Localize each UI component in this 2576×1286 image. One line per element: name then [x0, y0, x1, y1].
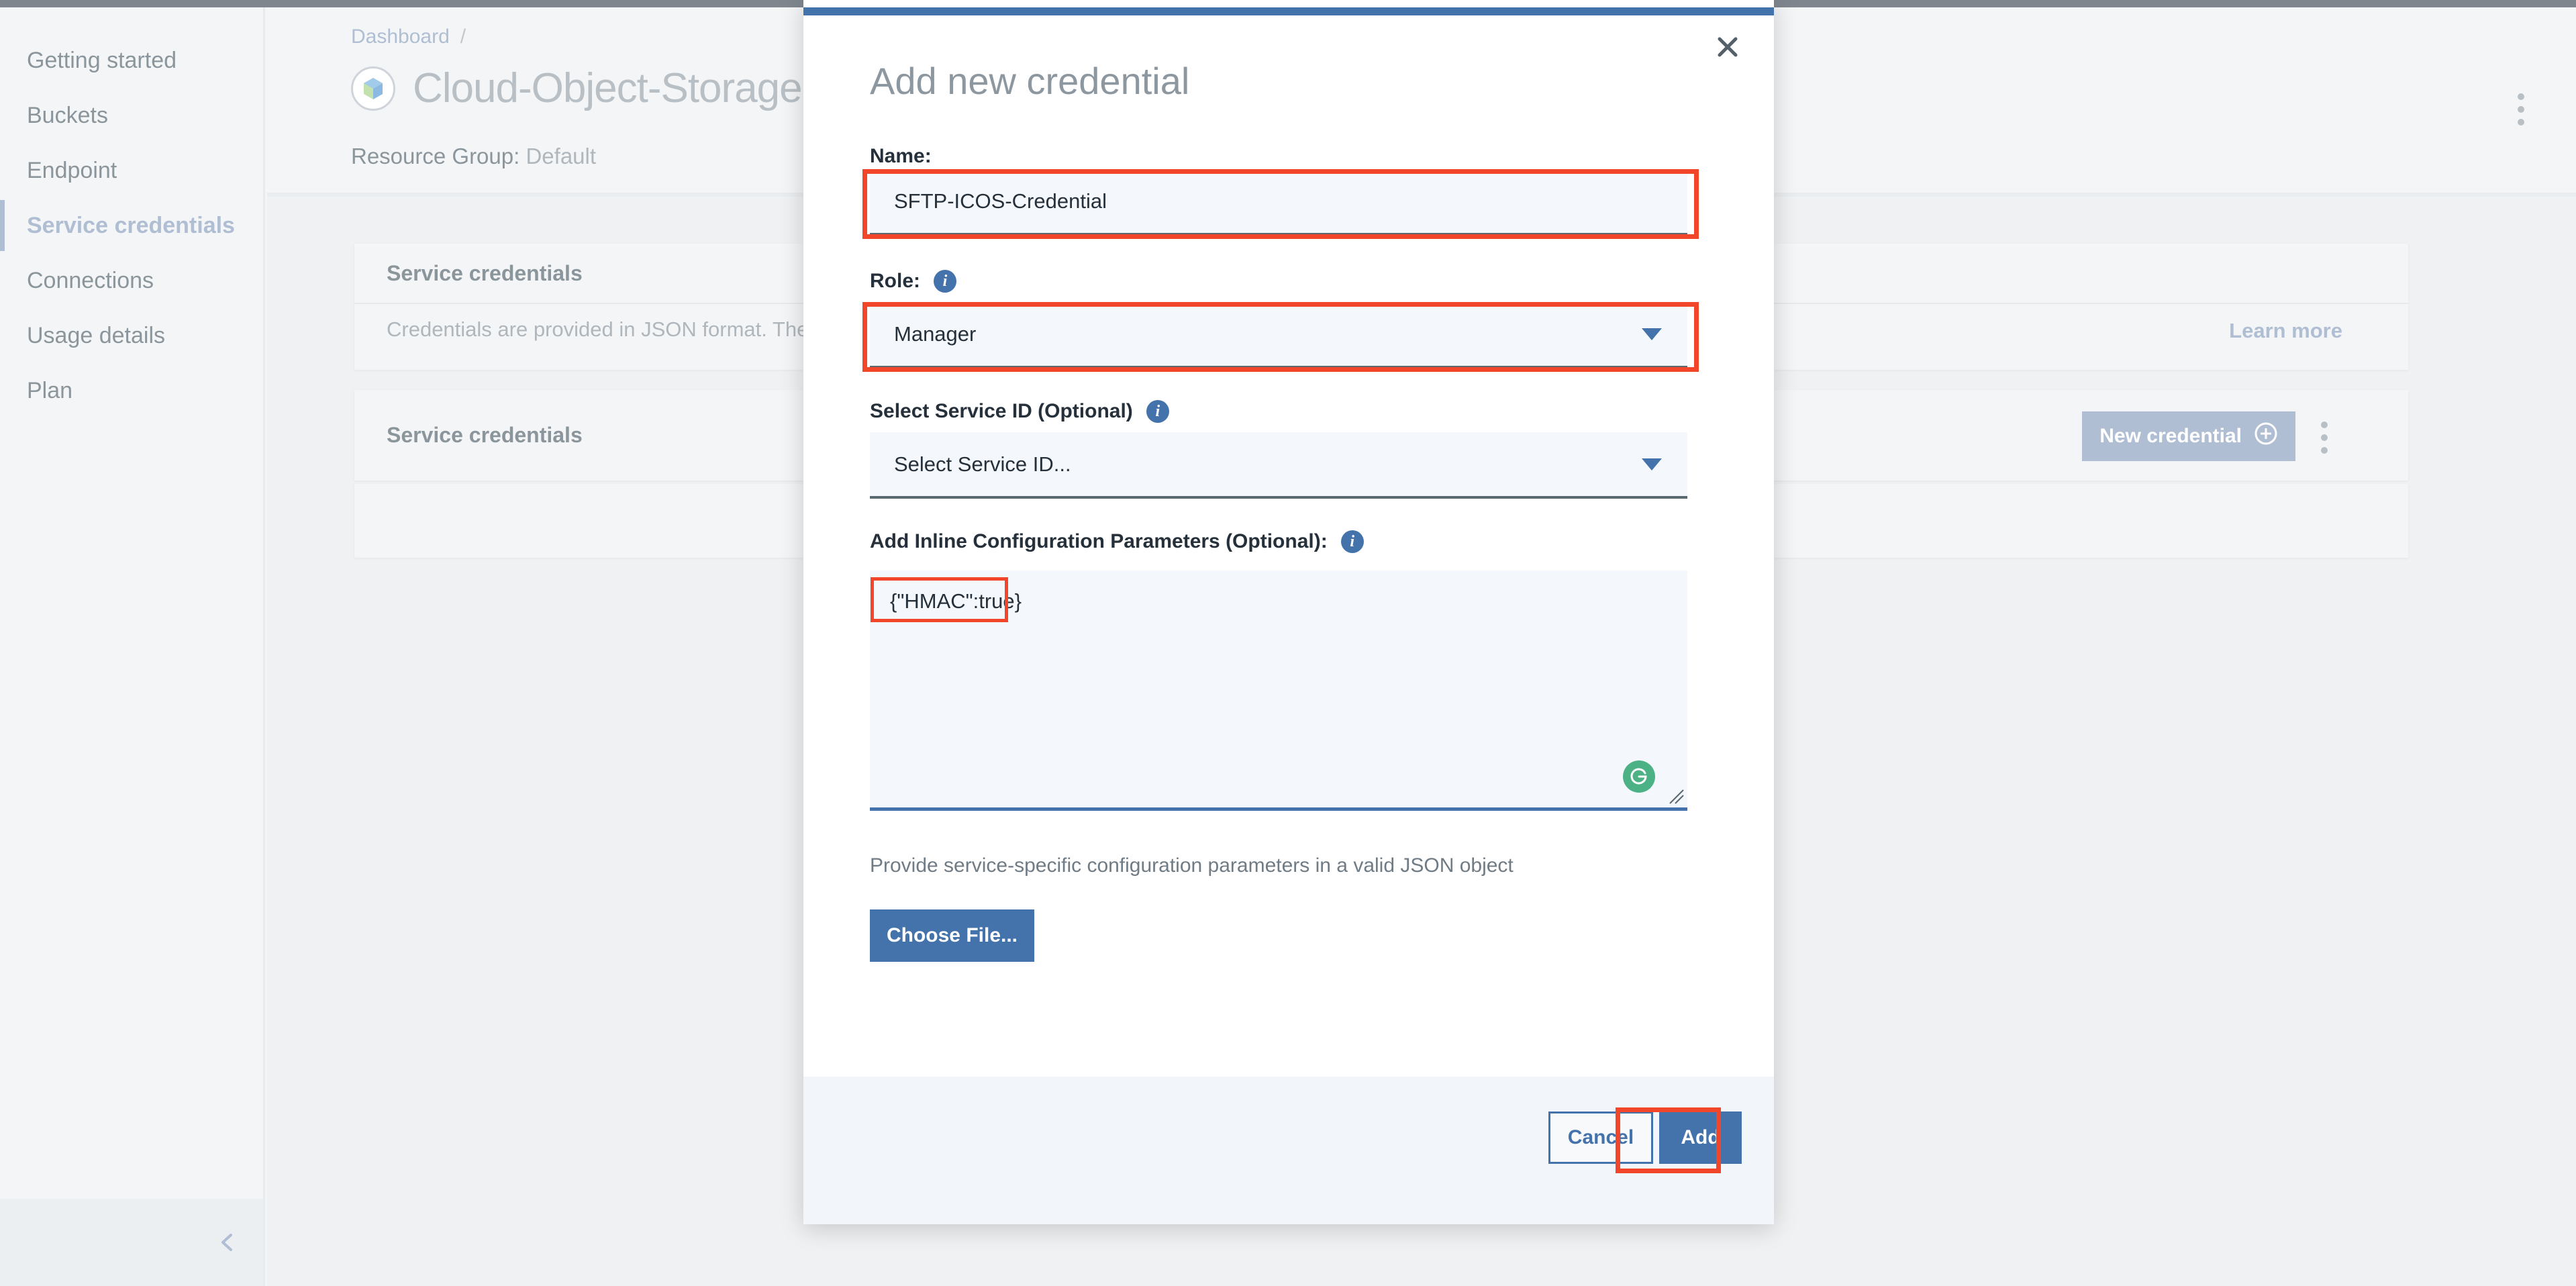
choose-file-button[interactable]: Choose File...: [870, 909, 1034, 962]
chevron-down-icon: [1642, 458, 1662, 471]
modal-title: Add new credential: [870, 59, 1189, 103]
resize-handle-icon[interactable]: [1667, 787, 1685, 805]
add-button[interactable]: Add: [1659, 1111, 1742, 1164]
inline-config-textarea[interactable]: {"HMAC":true}: [870, 571, 1687, 811]
grammarly-icon[interactable]: [1623, 760, 1655, 793]
name-input-value: SFTP-ICOS-Credential: [894, 189, 1107, 213]
role-select[interactable]: Manager: [870, 302, 1687, 368]
info-icon[interactable]: i: [1341, 530, 1364, 553]
modal-accent-bar: [803, 7, 1774, 15]
modal-footer: Cancel Add: [803, 1077, 1774, 1224]
info-icon[interactable]: i: [1146, 400, 1169, 423]
role-select-value: Manager: [894, 322, 976, 346]
service-id-select[interactable]: Select Service ID...: [870, 432, 1687, 499]
screen-root: Getting started Buckets Endpoint Service…: [0, 0, 2576, 1286]
name-input[interactable]: SFTP-ICOS-Credential: [870, 169, 1687, 236]
inline-config-value: {"HMAC":true}: [890, 589, 1022, 613]
role-field-label: Role: i: [870, 270, 956, 293]
chevron-down-icon: [1642, 328, 1662, 340]
close-icon[interactable]: [1712, 32, 1743, 62]
inline-config-field-label: Add Inline Configuration Parameters (Opt…: [870, 530, 1364, 553]
service-id-field-label: Select Service ID (Optional) i: [870, 400, 1169, 423]
name-field-label: Name:: [870, 145, 932, 168]
service-id-select-value: Select Service ID...: [894, 452, 1071, 477]
cancel-button[interactable]: Cancel: [1548, 1111, 1653, 1164]
info-icon[interactable]: i: [934, 270, 956, 293]
inline-config-helper-text: Provide service-specific configuration p…: [870, 854, 1514, 877]
